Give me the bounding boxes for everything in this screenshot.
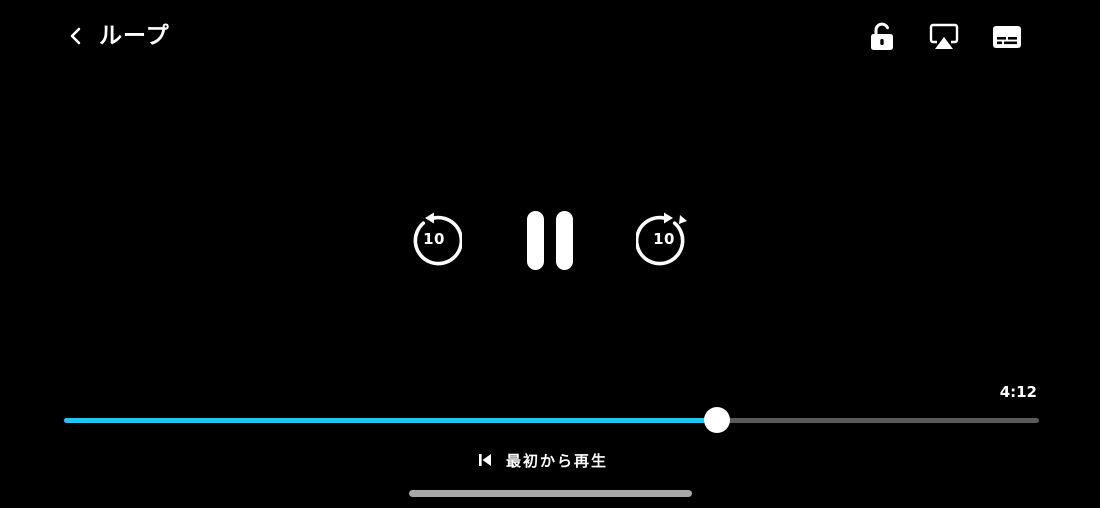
rewind-seconds-label: 10 [423, 230, 445, 248]
restart-label: 最初から再生 [506, 451, 609, 470]
subtitles-button[interactable] [990, 20, 1024, 54]
progress-fill [64, 418, 718, 423]
pause-icon [527, 211, 544, 270]
restart-button[interactable]: 最初から再生 [478, 447, 608, 473]
back-button[interactable] [62, 22, 90, 50]
unlock-icon [871, 22, 893, 50]
skip-to-start-icon [479, 454, 491, 466]
subtitles-icon [993, 26, 1021, 48]
duration-label: 4:12 [999, 383, 1037, 401]
home-indicator[interactable] [409, 490, 692, 497]
rewind-10-button[interactable]: 10 [406, 211, 462, 267]
video-title: ループ [99, 23, 170, 49]
progress-thumb[interactable] [704, 407, 731, 433]
forward-10-button[interactable]: 10 [636, 211, 692, 267]
progress-bar[interactable] [64, 418, 1039, 423]
lock-button[interactable] [865, 20, 899, 54]
airplay-button[interactable] [927, 20, 961, 54]
forward-seconds-label: 10 [653, 230, 675, 248]
pause-button[interactable] [520, 206, 580, 274]
pause-icon-bar [556, 211, 573, 270]
chevron-left-icon [70, 27, 81, 45]
airplay-icon [929, 23, 959, 49]
